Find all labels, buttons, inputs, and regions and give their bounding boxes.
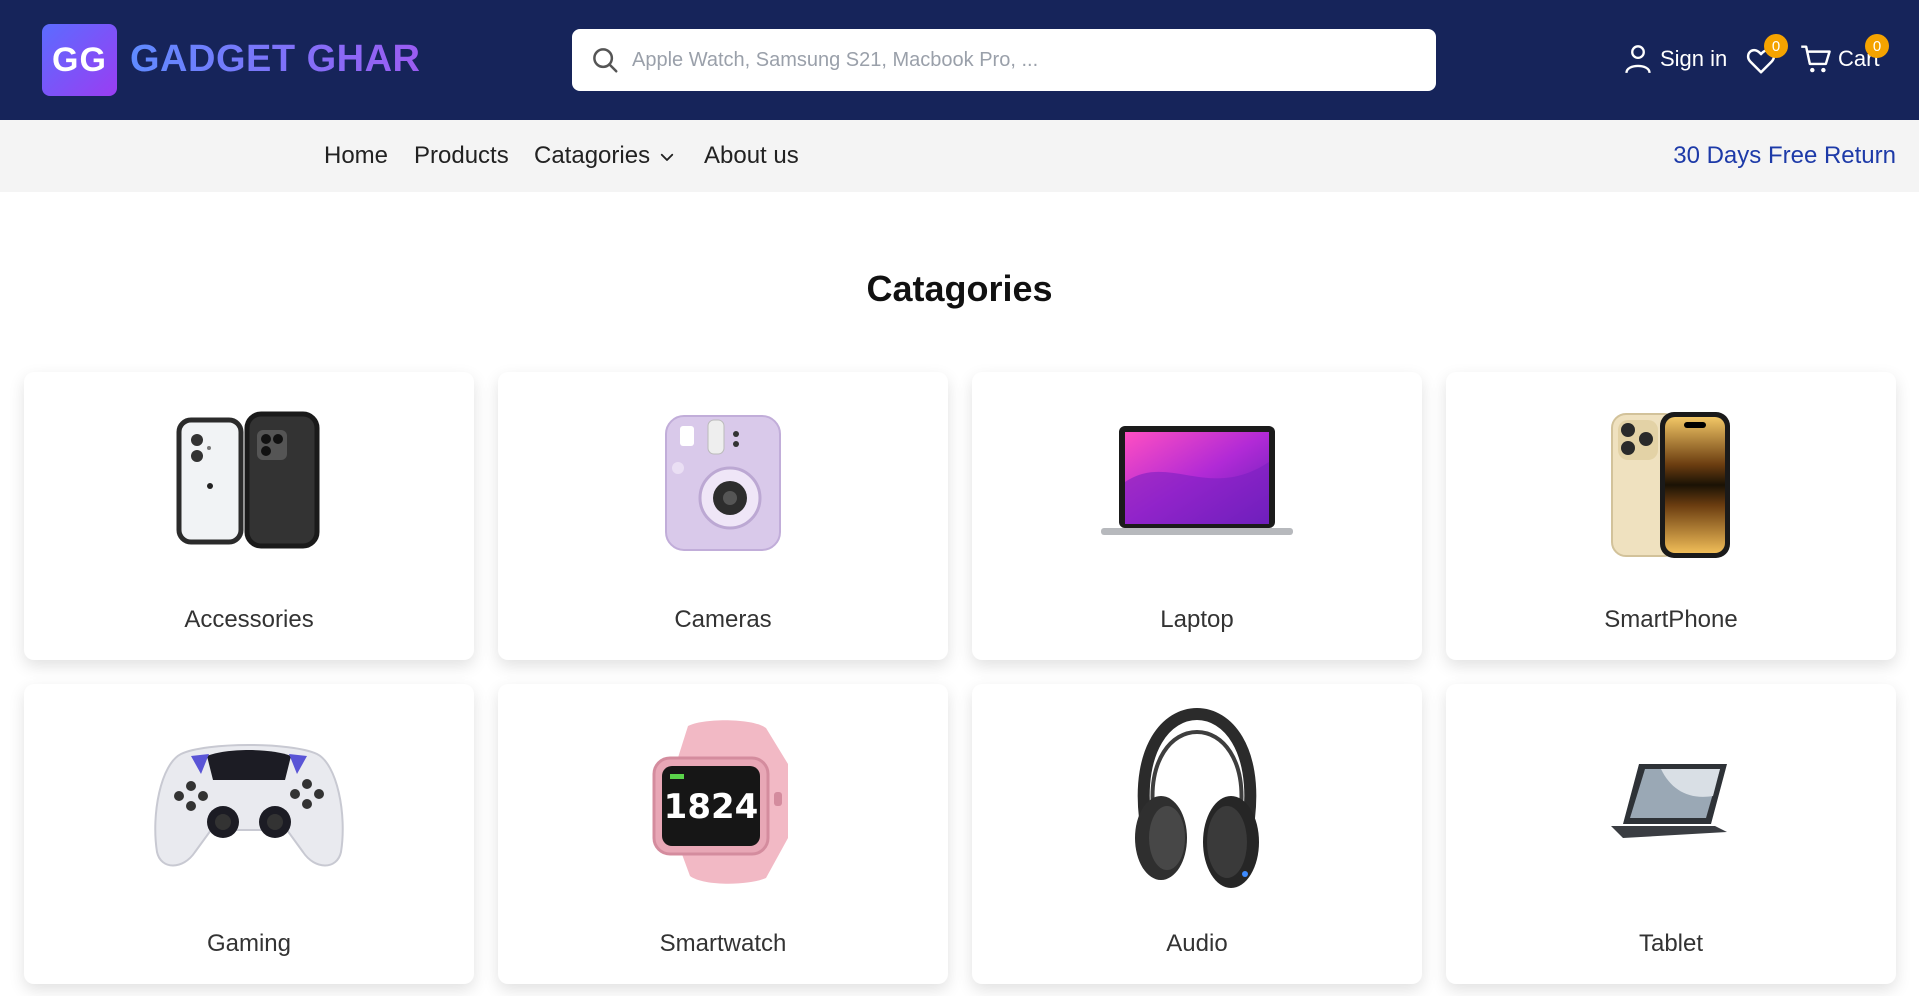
category-card-laptop[interactable]: Laptop xyxy=(972,372,1422,660)
search-bar xyxy=(572,29,1436,91)
category-card-accessories[interactable]: Accessories xyxy=(24,372,474,660)
category-label: Cameras xyxy=(674,606,772,633)
cart-button[interactable]: Cart 0 xyxy=(1800,34,1889,74)
search-icon[interactable] xyxy=(590,45,620,75)
category-label: Gaming xyxy=(206,930,292,957)
cart-count-badge: 0 xyxy=(1865,34,1889,58)
category-label: Accessories xyxy=(184,606,314,633)
categories-heading: Catagories xyxy=(866,268,1053,309)
instant-camera-icon xyxy=(665,415,781,551)
category-label: Smartwatch xyxy=(659,930,787,957)
category-label: Tablet xyxy=(1638,930,1704,957)
category-card-tablet[interactable]: Tablet xyxy=(1446,684,1896,984)
logo-badge[interactable]: GG xyxy=(42,24,117,96)
category-label: SmartPhone xyxy=(1604,606,1738,633)
nav-categories-dropdown[interactable]: Catagories xyxy=(534,142,676,170)
category-card-smartwatch[interactable]: 1824 Smartwatch xyxy=(498,684,948,984)
sign-in-link[interactable]: Sign in xyxy=(1624,44,1727,74)
nav-categories-label: Catagories xyxy=(534,142,651,169)
phone-case-icon xyxy=(176,411,320,549)
wishlist-button[interactable]: 0 xyxy=(1746,34,1788,78)
chevron-down-icon xyxy=(660,153,674,161)
top-header: GG GADGET GHAR Sign in 0 Cart 0 xyxy=(0,0,1919,120)
headphones-icon xyxy=(1135,708,1259,888)
search-input[interactable] xyxy=(632,29,1422,91)
tablet-icon xyxy=(1611,764,1727,838)
category-card-smartphone[interactable]: SmartPhone xyxy=(1446,372,1896,660)
wishlist-count-badge: 0 xyxy=(1764,34,1788,58)
category-card-cameras[interactable]: Cameras xyxy=(498,372,948,660)
svg-text:1824: 1824 xyxy=(664,787,759,827)
smartwatch-icon: 1824 xyxy=(652,720,788,884)
category-label: Laptop xyxy=(1160,606,1234,633)
category-label: Audio xyxy=(1166,930,1228,957)
nav-about-us[interactable]: About us xyxy=(704,142,799,170)
sign-in-label: Sign in xyxy=(1660,46,1728,71)
user-icon xyxy=(1625,45,1651,74)
game-controller-icon xyxy=(154,744,344,867)
main-nav: Home Products Catagories About us 30 Day… xyxy=(0,120,1919,192)
brand-name[interactable]: GADGET GHAR xyxy=(130,38,421,81)
laptop-icon xyxy=(1101,426,1293,535)
nav-home[interactable]: Home xyxy=(324,142,388,170)
nav-products[interactable]: Products xyxy=(414,142,509,170)
cart-icon xyxy=(1801,45,1831,73)
category-card-audio[interactable]: Audio xyxy=(972,684,1422,984)
smartphone-icon xyxy=(1611,412,1730,558)
free-return-promo: 30 Days Free Return xyxy=(1673,142,1896,169)
category-card-gaming[interactable]: Gaming xyxy=(24,684,474,984)
